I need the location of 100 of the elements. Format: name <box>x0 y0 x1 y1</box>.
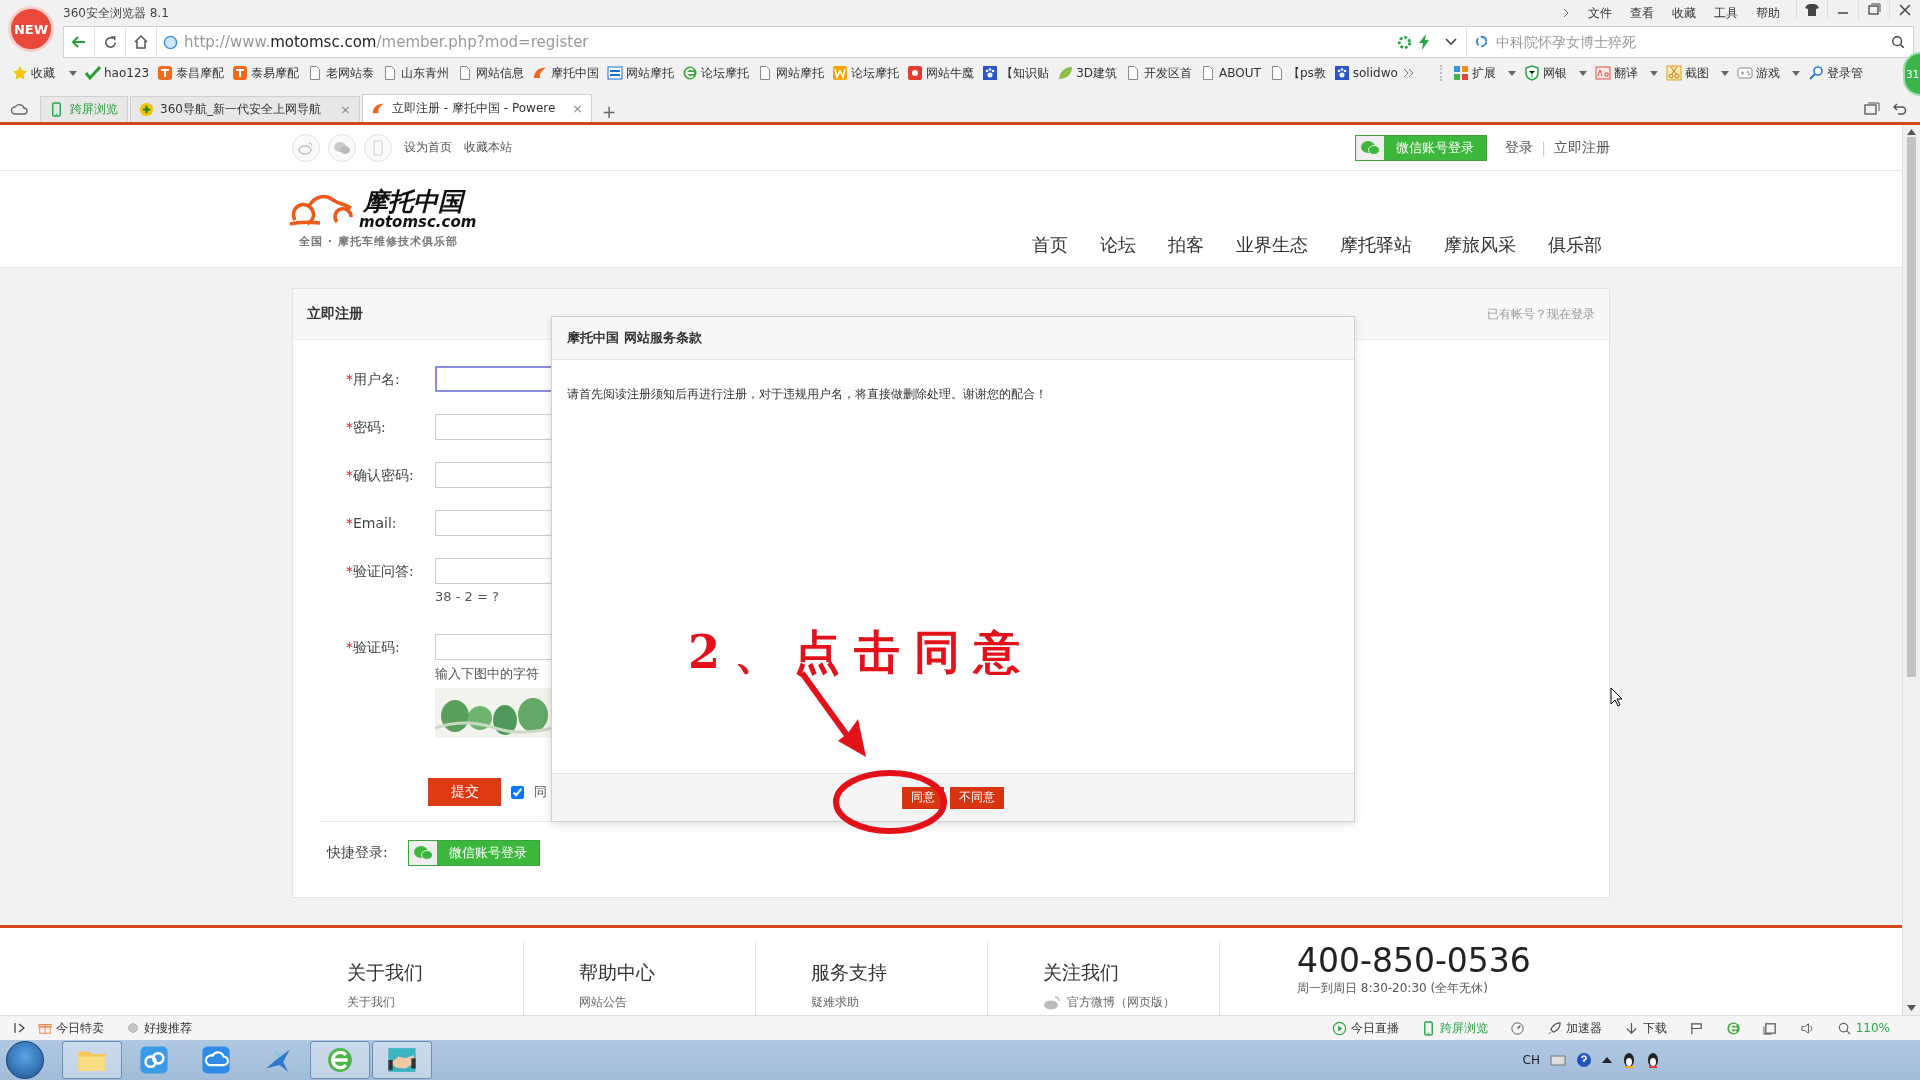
status-item[interactable]: 今日直播 <box>1331 1019 1399 1037</box>
nav-link[interactable]: 俱乐部 <box>1548 233 1602 257</box>
address-field[interactable]: http://www.motomsc.com/member.php?mod=register <box>184 33 1383 51</box>
language-indicator[interactable]: CH <box>1522 1053 1540 1067</box>
taskbar-app[interactable] <box>372 1041 432 1079</box>
footer-link[interactable]: 官方微博（网页版） <box>1067 994 1175 1011</box>
footer-link[interactable]: 关于我们 <box>347 994 395 1011</box>
new-tab-button[interactable]: + <box>594 102 625 122</box>
e-logo-icon[interactable] <box>1725 1020 1741 1036</box>
dialog-button[interactable]: 不同意 <box>950 786 1004 809</box>
bookmark-item[interactable]: 收藏 <box>8 64 81 82</box>
bookmark-item[interactable]: hao123 <box>81 65 154 81</box>
cloud-icon[interactable] <box>10 102 28 116</box>
penguin-icon[interactable] <box>1646 1052 1660 1068</box>
search-icon[interactable] <box>1891 35 1905 49</box>
bookmark-item[interactable]: 老网站泰 <box>303 64 379 82</box>
caret-icon[interactable] <box>69 70 77 76</box>
nav-link[interactable]: 拍客 <box>1168 233 1204 257</box>
top-link[interactable]: 设为首页 <box>404 139 452 156</box>
menu-item[interactable]: 工具 <box>1714 4 1738 22</box>
status-item[interactable]: 下载 <box>1623 1019 1667 1037</box>
bookmark-item[interactable]: 摩托中国 <box>528 64 604 82</box>
caret-icon[interactable] <box>1507 70 1516 76</box>
search-field[interactable]: 中科院怀孕女博士猝死 <box>1494 33 1887 51</box>
bookmark-item[interactable]: 论坛摩托 <box>678 64 754 82</box>
sidebar-toggle-icon[interactable] <box>14 1022 26 1034</box>
speaker-icon[interactable] <box>1799 1020 1815 1036</box>
agree-checkbox[interactable] <box>511 785 524 799</box>
browser-tab[interactable]: 360导航_新一代安全上网导航 × <box>130 96 360 122</box>
bookmark-item[interactable]: 【ps教 <box>1264 64 1330 82</box>
bookmark-item[interactable]: 网站摩托 <box>603 64 679 82</box>
bookmark-item[interactable]: 论坛摩托 <box>828 64 904 82</box>
bookmark-item[interactable]: 【知识贴 <box>978 64 1054 82</box>
flag-icon[interactable] <box>1688 1020 1704 1036</box>
status-item[interactable]: 今日特卖 <box>38 1019 104 1037</box>
lightning-icon[interactable] <box>1418 34 1430 50</box>
scroll-down-icon[interactable] <box>1907 1005 1916 1011</box>
submit-button[interactable]: 提交 <box>428 778 501 806</box>
scrollbar-thumb[interactable] <box>1907 137 1916 677</box>
undo-icon[interactable] <box>1892 102 1908 116</box>
toolbar-item[interactable]: 截图 <box>1661 64 1733 82</box>
square-logo-icon <box>232 65 249 81</box>
bookmark-item[interactable]: 网站摩托 <box>753 64 829 82</box>
bookmark-item[interactable]: 泰昌摩配 <box>153 64 229 82</box>
menu-item[interactable]: 收藏 <box>1672 4 1696 22</box>
footer-link[interactable]: 疑难求助 <box>811 994 859 1011</box>
bookmark-item[interactable]: solidwo <box>1329 65 1402 81</box>
status-item[interactable]: 好搜推荐 <box>126 1019 192 1037</box>
sync-icon[interactable] <box>1397 34 1412 50</box>
start-button[interactable] <box>6 1041 44 1079</box>
toolbar-item[interactable]: 扩展 <box>1448 64 1520 82</box>
bookmark-item[interactable]: 3D建筑 <box>1053 64 1122 82</box>
nav-link[interactable]: 摩旅风采 <box>1444 233 1516 257</box>
penguin-icon[interactable] <box>1622 1052 1636 1068</box>
home-icon[interactable] <box>133 34 149 50</box>
register-link[interactable]: 立即注册 <box>1554 138 1610 157</box>
menu-item[interactable]: 查看 <box>1630 4 1654 22</box>
caret-icon[interactable] <box>1649 70 1658 76</box>
site-logo[interactable]: 摩托中国 motomsc.com 全国 · 摩托车维修技术俱乐部 <box>287 189 477 249</box>
nav-link[interactable]: 论坛 <box>1100 233 1136 257</box>
caret-icon[interactable] <box>1791 70 1800 76</box>
status-item[interactable]: 加速器 <box>1546 1019 1602 1037</box>
nav-link[interactable]: 业界生态 <box>1236 233 1308 257</box>
chevron-down-icon[interactable] <box>1444 37 1458 47</box>
nav-link[interactable]: 首页 <box>1032 233 1068 257</box>
menu-item[interactable]: 文件 <box>1588 4 1612 22</box>
gauge-icon[interactable] <box>1509 1020 1525 1036</box>
caret-icon[interactable] <box>1578 70 1587 76</box>
browser-logo[interactable]: NEW <box>8 6 54 52</box>
bookmark-item[interactable]: 山东青州 <box>378 64 454 82</box>
dot-icon <box>126 1021 140 1035</box>
back-icon[interactable] <box>71 34 87 50</box>
tray-caret-icon[interactable] <box>1602 1057 1612 1063</box>
footer-link[interactable]: 网站公告 <box>579 994 627 1011</box>
bookmark-item[interactable]: 泰易摩配 <box>228 64 304 82</box>
login-link[interactable]: 登录 <box>1505 138 1534 157</box>
rocket-icon <box>1546 1020 1562 1036</box>
toolbar-item[interactable]: 网银 <box>1519 64 1591 82</box>
nav-link[interactable]: 摩托驿站 <box>1340 233 1412 257</box>
tab-close-button[interactable]: × <box>572 101 583 116</box>
bookmark-item[interactable]: ABOUT <box>1196 65 1265 81</box>
chevron-icon[interactable] <box>1562 8 1570 18</box>
more-icon[interactable] <box>1401 67 1416 79</box>
toolbar-item[interactable]: 游戏 <box>1732 64 1804 82</box>
window-icon[interactable] <box>1762 1020 1778 1036</box>
bookmark-item[interactable]: 网站牛魔 <box>903 64 979 82</box>
browser-tab[interactable]: 立即注册 - 摩托中国 - Powere × <box>362 94 592 122</box>
bookmark-item[interactable]: 网站信息 <box>453 64 529 82</box>
refresh-icon[interactable] <box>102 34 118 50</box>
toolbar-item[interactable]: 翻译 <box>1590 64 1662 82</box>
caret-icon[interactable] <box>1720 70 1729 76</box>
flame-logo-icon <box>371 101 386 116</box>
bookmark-item[interactable]: 开发区首 <box>1121 64 1197 82</box>
top-link[interactable]: 收藏本站 <box>464 139 512 156</box>
toolbar-item[interactable]: 登录管 <box>1803 64 1867 82</box>
help-icon[interactable] <box>1576 1052 1592 1068</box>
scroll-up-icon[interactable] <box>1907 129 1916 135</box>
menu-item[interactable]: 帮助 <box>1756 4 1780 22</box>
tab-list-icon[interactable] <box>1864 102 1880 116</box>
logo-tagline: 全国 · 摩托车维修技术俱乐部 <box>299 234 459 249</box>
